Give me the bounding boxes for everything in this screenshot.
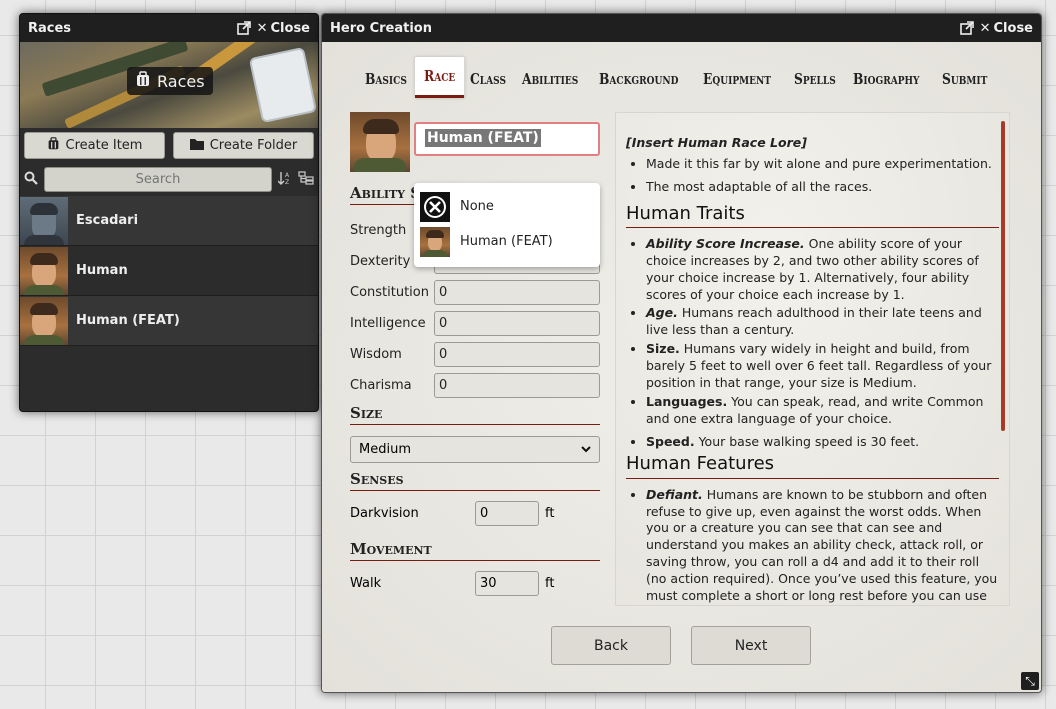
collapse-folders-icon[interactable]	[298, 170, 314, 189]
human-portrait-icon	[20, 246, 68, 295]
list-item: Defiant. Humans are known to be stubborn…	[646, 487, 999, 605]
size-select[interactable]: Medium	[350, 436, 600, 463]
hero-tabs: Basics Race Class Abilities Background E…	[322, 42, 1041, 98]
races-window: Races ✕ Close Races Create Item Create F…	[19, 13, 319, 412]
beast-portrait-icon	[20, 196, 68, 245]
search-icon	[24, 170, 38, 189]
back-button[interactable]: Back	[551, 626, 671, 665]
tab-race[interactable]: Race	[415, 57, 465, 98]
human-portrait-icon	[350, 112, 410, 172]
list-item: Languages. You can speak, read, and writ…	[646, 394, 999, 428]
dropdown-option-none[interactable]: None	[420, 189, 594, 224]
none-icon	[420, 191, 450, 222]
wisdom-input[interactable]	[434, 342, 600, 367]
create-item-button[interactable]: Create Item	[24, 132, 165, 159]
tab-abilities[interactable]: Abilities	[513, 70, 587, 98]
list-item-escadari[interactable]: Escadari	[20, 196, 318, 246]
lore-insert: [Insert Human Race Lore]	[626, 135, 807, 150]
features-heading: Human Features	[626, 452, 999, 479]
traits-heading: Human Traits	[626, 202, 999, 228]
human-portrait-icon	[20, 296, 68, 345]
race-select[interactable]: Human (FEAT)	[414, 122, 600, 156]
list-item: Made it this far by wit alone and pure e…	[646, 156, 999, 173]
races-close-button[interactable]: ✕ Close	[257, 21, 310, 36]
list-item: Speed. Your base walking speed is 30 fee…	[646, 434, 999, 451]
tab-background[interactable]: Background	[590, 70, 687, 98]
ability-row: Charisma	[350, 370, 600, 401]
chevron-down-icon	[581, 442, 591, 457]
features-list: Defiant. Humans are known to be stubborn…	[626, 487, 999, 605]
lore-intro-list: Made it this far by wit alone and pure e…	[626, 156, 999, 196]
hero-titlebar[interactable]: Hero Creation ✕ Close	[322, 14, 1041, 42]
next-button[interactable]: Next	[691, 626, 811, 665]
list-item-human[interactable]: Human	[20, 246, 318, 296]
movement-heading: Movement	[350, 540, 600, 561]
constitution-input[interactable]	[434, 280, 600, 305]
create-folder-button[interactable]: Create Folder	[173, 132, 314, 159]
search-input[interactable]	[44, 167, 272, 192]
intelligence-input[interactable]	[434, 311, 600, 336]
races-list: Escadari Human Human (FEAT)	[20, 196, 318, 346]
folder-icon	[189, 138, 204, 154]
traits-list: Ability Score Increase. One ability scor…	[626, 236, 999, 451]
close-icon: ✕	[256, 20, 268, 36]
tab-submit[interactable]: Submit	[933, 70, 996, 98]
walk-row: Walk ft	[350, 571, 600, 596]
sort-icon[interactable]: AZ	[277, 170, 292, 189]
hero-close-button[interactable]: ✕ Close	[980, 21, 1033, 36]
dropdown-option-human-feat[interactable]: Human (FEAT)	[420, 224, 594, 259]
hero-creation-window: Hero Creation ✕ Close Basics Race Class …	[321, 13, 1042, 693]
race-lore-panel: [Insert Human Race Lore] Made it this fa…	[615, 112, 1010, 606]
backpack-icon	[135, 71, 151, 91]
tab-basics[interactable]: Basics	[356, 70, 416, 98]
human-portrait-icon	[420, 226, 450, 257]
svg-text:A: A	[285, 172, 290, 179]
ability-row: Constitution	[350, 277, 600, 308]
popout-icon[interactable]	[959, 21, 974, 35]
races-banner: Races	[20, 42, 318, 128]
list-item: The most adaptable of all the races.	[646, 179, 999, 196]
senses-heading: Senses	[350, 470, 600, 491]
darkvision-input[interactable]	[475, 501, 539, 526]
list-item-human-feat[interactable]: Human (FEAT)	[20, 296, 318, 346]
ability-row: Wisdom	[350, 339, 600, 370]
resize-icon[interactable]: ⤡	[1021, 672, 1039, 690]
close-icon: ✕	[979, 20, 991, 36]
tab-equipment[interactable]: Equipment	[694, 70, 780, 98]
walk-input[interactable]	[475, 571, 539, 596]
list-item: Size. Humans vary widely in height and b…	[646, 341, 999, 392]
races-titlebar[interactable]: Races ✕ Close	[20, 14, 318, 42]
backpack-icon	[47, 137, 60, 154]
scrollbar[interactable]	[1001, 121, 1005, 431]
tab-class[interactable]: Class	[461, 70, 515, 98]
list-item: Age. Humans reach adulthood in their lat…	[646, 305, 999, 339]
size-heading: Size	[350, 404, 600, 425]
popout-icon[interactable]	[236, 21, 251, 35]
darkvision-row: Darkvision ft	[350, 501, 600, 526]
race-dropdown: None Human (FEAT)	[414, 183, 600, 267]
banner-label: Races	[127, 67, 213, 95]
charisma-input[interactable]	[434, 373, 600, 398]
list-item: Ability Score Increase. One ability scor…	[646, 236, 999, 304]
tab-biography[interactable]: Biography	[844, 70, 928, 98]
svg-text:Z: Z	[285, 179, 289, 185]
races-title: Races	[28, 20, 72, 36]
race-portrait	[350, 112, 410, 172]
hero-title: Hero Creation	[330, 20, 432, 36]
ability-row: Intelligence	[350, 308, 600, 339]
tab-spells[interactable]: Spells	[785, 70, 845, 98]
